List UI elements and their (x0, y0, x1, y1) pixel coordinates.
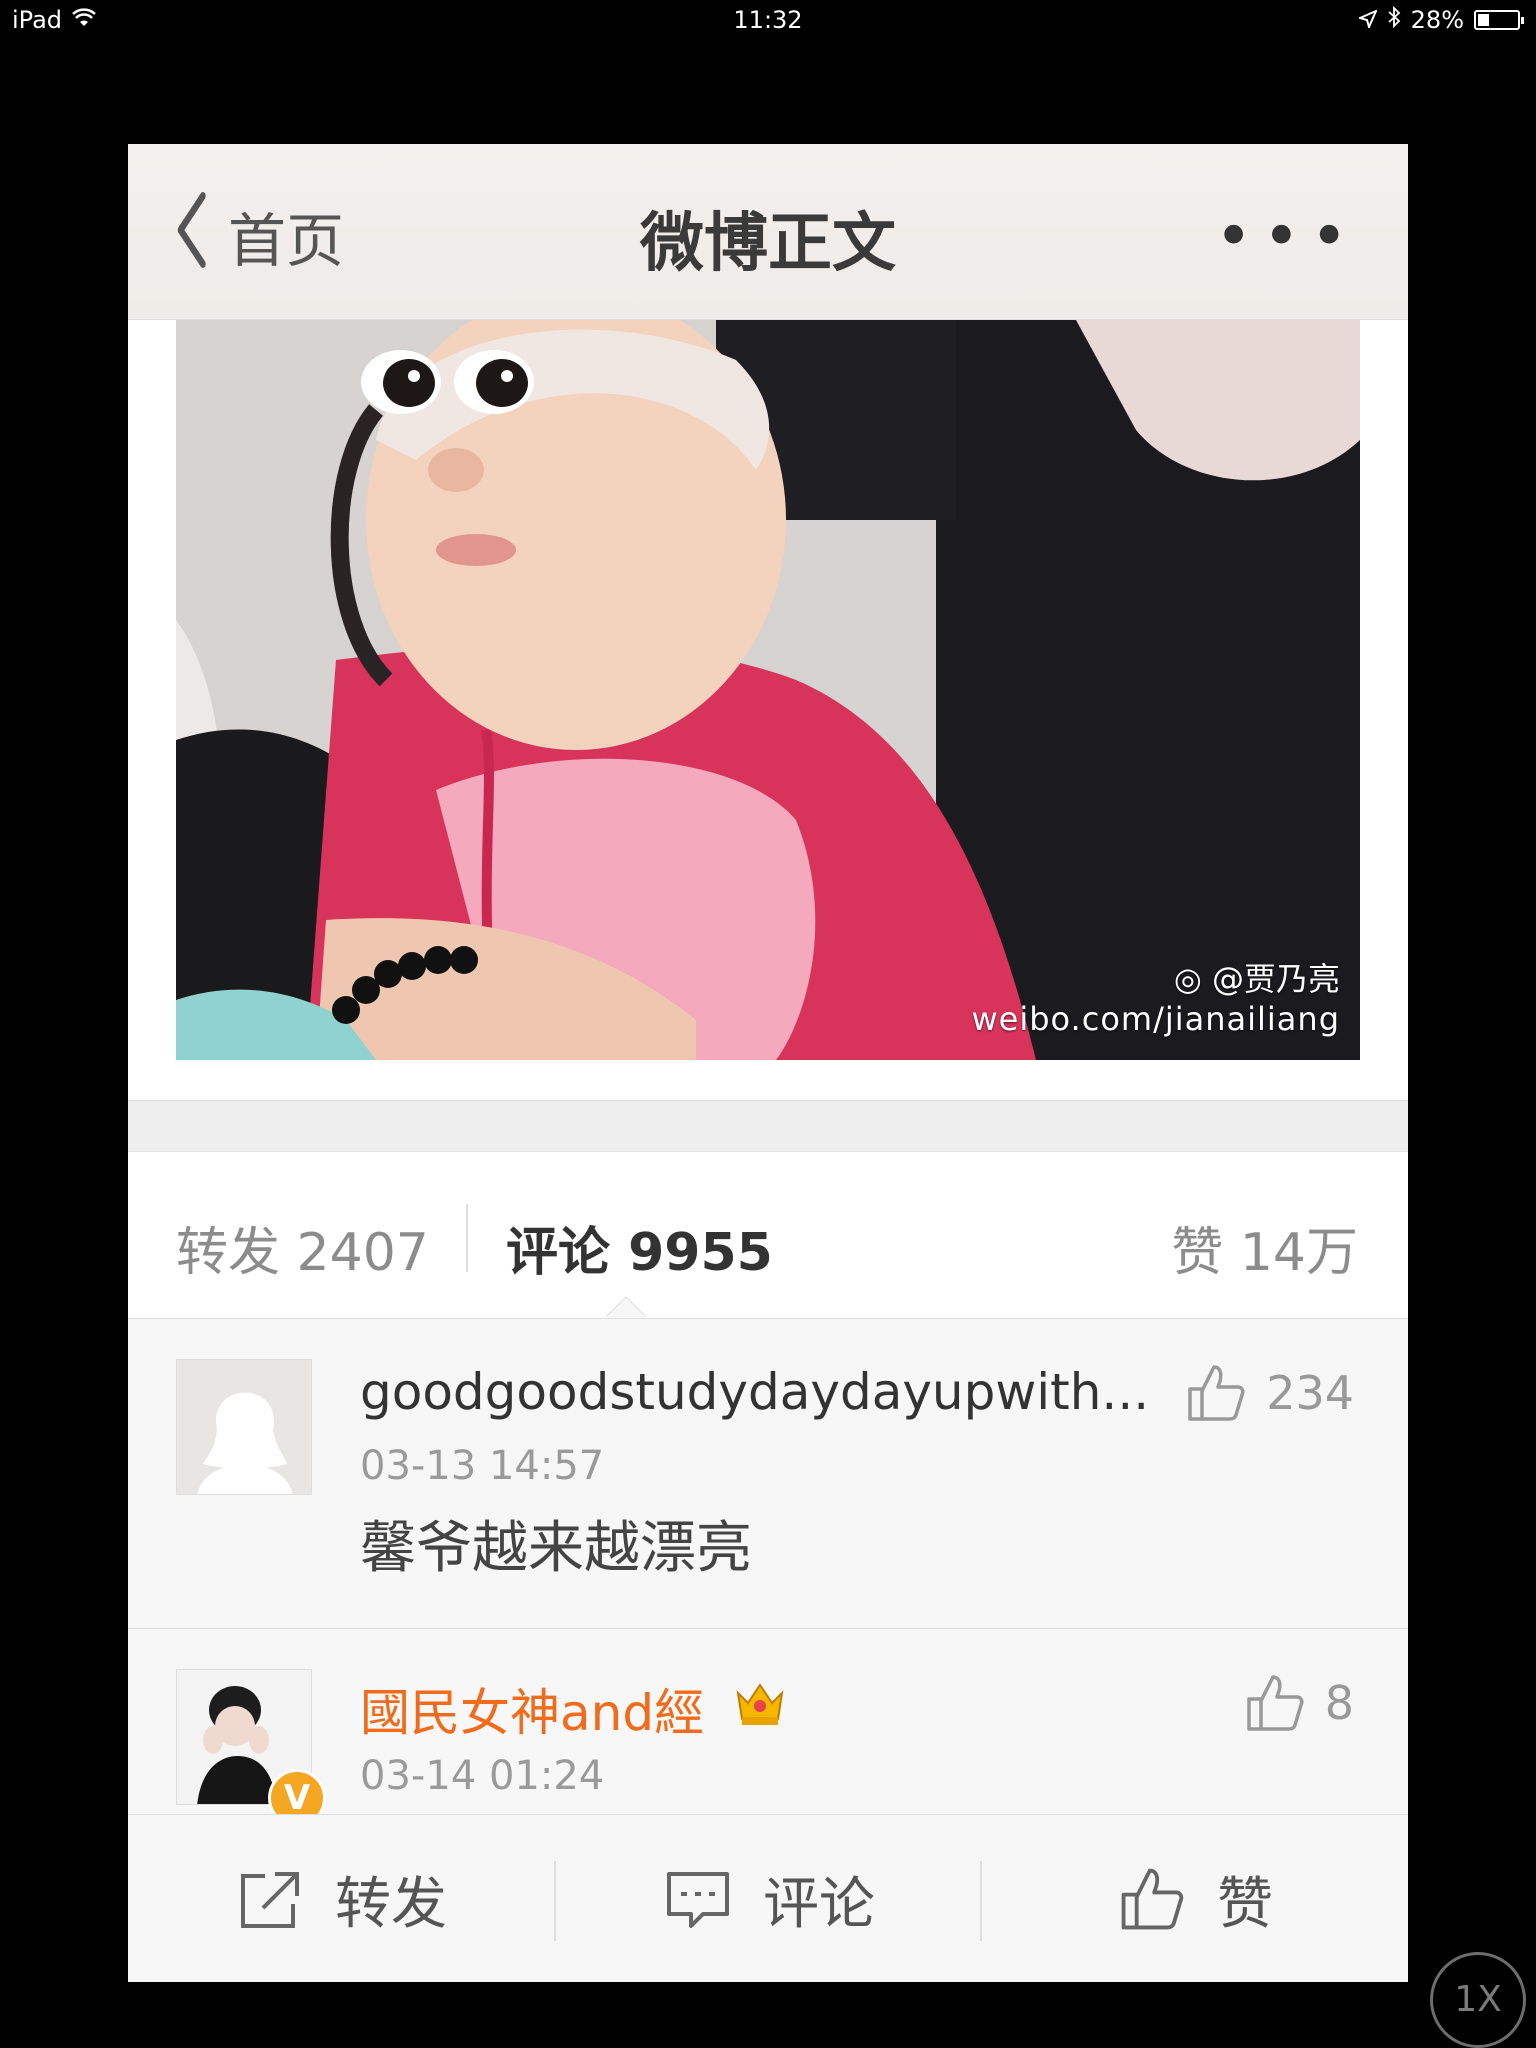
comment-author[interactable]: goodgoodstudydaydayupwith... (360, 1363, 1149, 1421)
thumbs-up-icon (1246, 1675, 1304, 1731)
stats-separator (466, 1204, 468, 1272)
repost-label: 转发 (335, 1871, 447, 1937)
battery-percent: 28% (1410, 6, 1464, 34)
comment-time: 03-14 01:24 (360, 1753, 605, 1799)
zoom-1x-button[interactable]: 1X (1430, 1952, 1526, 2048)
location-icon (1356, 6, 1378, 34)
comment-item[interactable]: V 國民女神and經 03-14 01:24 8 (128, 1629, 1408, 1814)
bluetooth-icon (1387, 5, 1401, 34)
watermark-user: ◎ @贾乃亮 (971, 954, 1340, 1000)
stats-bar: 转发 2407 评论 9955 赞 14万 (128, 1152, 1408, 1336)
comment-icon (667, 1872, 729, 1928)
bottom-toolbar: 转发 评论 赞 (128, 1814, 1408, 1982)
photo-illustration (176, 320, 1360, 1060)
comment-label: 评论 (763, 1871, 875, 1937)
comment-text: 馨爷越来越漂亮 (360, 1516, 752, 1581)
nav-bar: 首页 微博正文 ••• (128, 144, 1408, 320)
watermark-user-label: @贾乃亮 (1211, 960, 1340, 998)
comment-item[interactable]: goodgoodstudydaydayupwith... 03-13 14:57… (128, 1319, 1408, 1629)
comment-like-count: 8 (1324, 1676, 1354, 1730)
watermark-url: weibo.com/jianailiang (971, 1000, 1340, 1038)
repost-count-tab[interactable]: 转发 2407 (176, 1210, 429, 1285)
battery-fill (1478, 14, 1489, 26)
comment-like-count: 234 (1266, 1366, 1354, 1420)
weibo-detail-window: 首页 微博正文 ••• ◎ @贾乃亮 weibo.com/jianailiang… (128, 144, 1408, 1982)
comment-like-button[interactable]: 8 (1243, 1671, 1354, 1735)
avatar[interactable] (176, 1359, 312, 1495)
post-photo[interactable]: ◎ @贾乃亮 weibo.com/jianailiang (176, 320, 1360, 1060)
like-count-tab[interactable]: 赞 14万 (1171, 1210, 1358, 1285)
like-button[interactable]: 赞 (982, 1815, 1408, 1982)
default-avatar-icon (177, 1360, 311, 1494)
thumbs-up-icon (1121, 1868, 1184, 1930)
comment-button[interactable]: 评论 (556, 1815, 982, 1982)
weibo-logo-icon: ◎ (1173, 960, 1202, 998)
like-label: 赞 (1217, 1871, 1273, 1937)
comment-like-button[interactable]: 234 (1184, 1361, 1354, 1425)
verified-badge: V (268, 1769, 326, 1814)
battery-icon (1474, 10, 1524, 30)
status-right: 28% (1356, 5, 1524, 34)
more-options-icon[interactable]: ••• (1215, 200, 1358, 274)
comment-author[interactable]: 國民女神and經 (360, 1673, 704, 1745)
share-icon (241, 1872, 299, 1928)
comment-list: goodgoodstudydaydayupwith... 03-13 14:57… (128, 1318, 1408, 1814)
crown-member-icon (736, 1683, 784, 1725)
section-divider (128, 1100, 1408, 1152)
status-bar: iPad 11:32 28% (0, 0, 1536, 40)
thumbs-up-icon (1188, 1365, 1245, 1421)
status-time: 11:32 (733, 6, 803, 34)
repost-button[interactable]: 转发 (128, 1815, 554, 1982)
photo-watermark: ◎ @贾乃亮 weibo.com/jianailiang (971, 954, 1340, 1038)
comment-count-tab[interactable]: 评论 9955 (506, 1210, 773, 1285)
comment-time: 03-13 14:57 (360, 1443, 605, 1489)
